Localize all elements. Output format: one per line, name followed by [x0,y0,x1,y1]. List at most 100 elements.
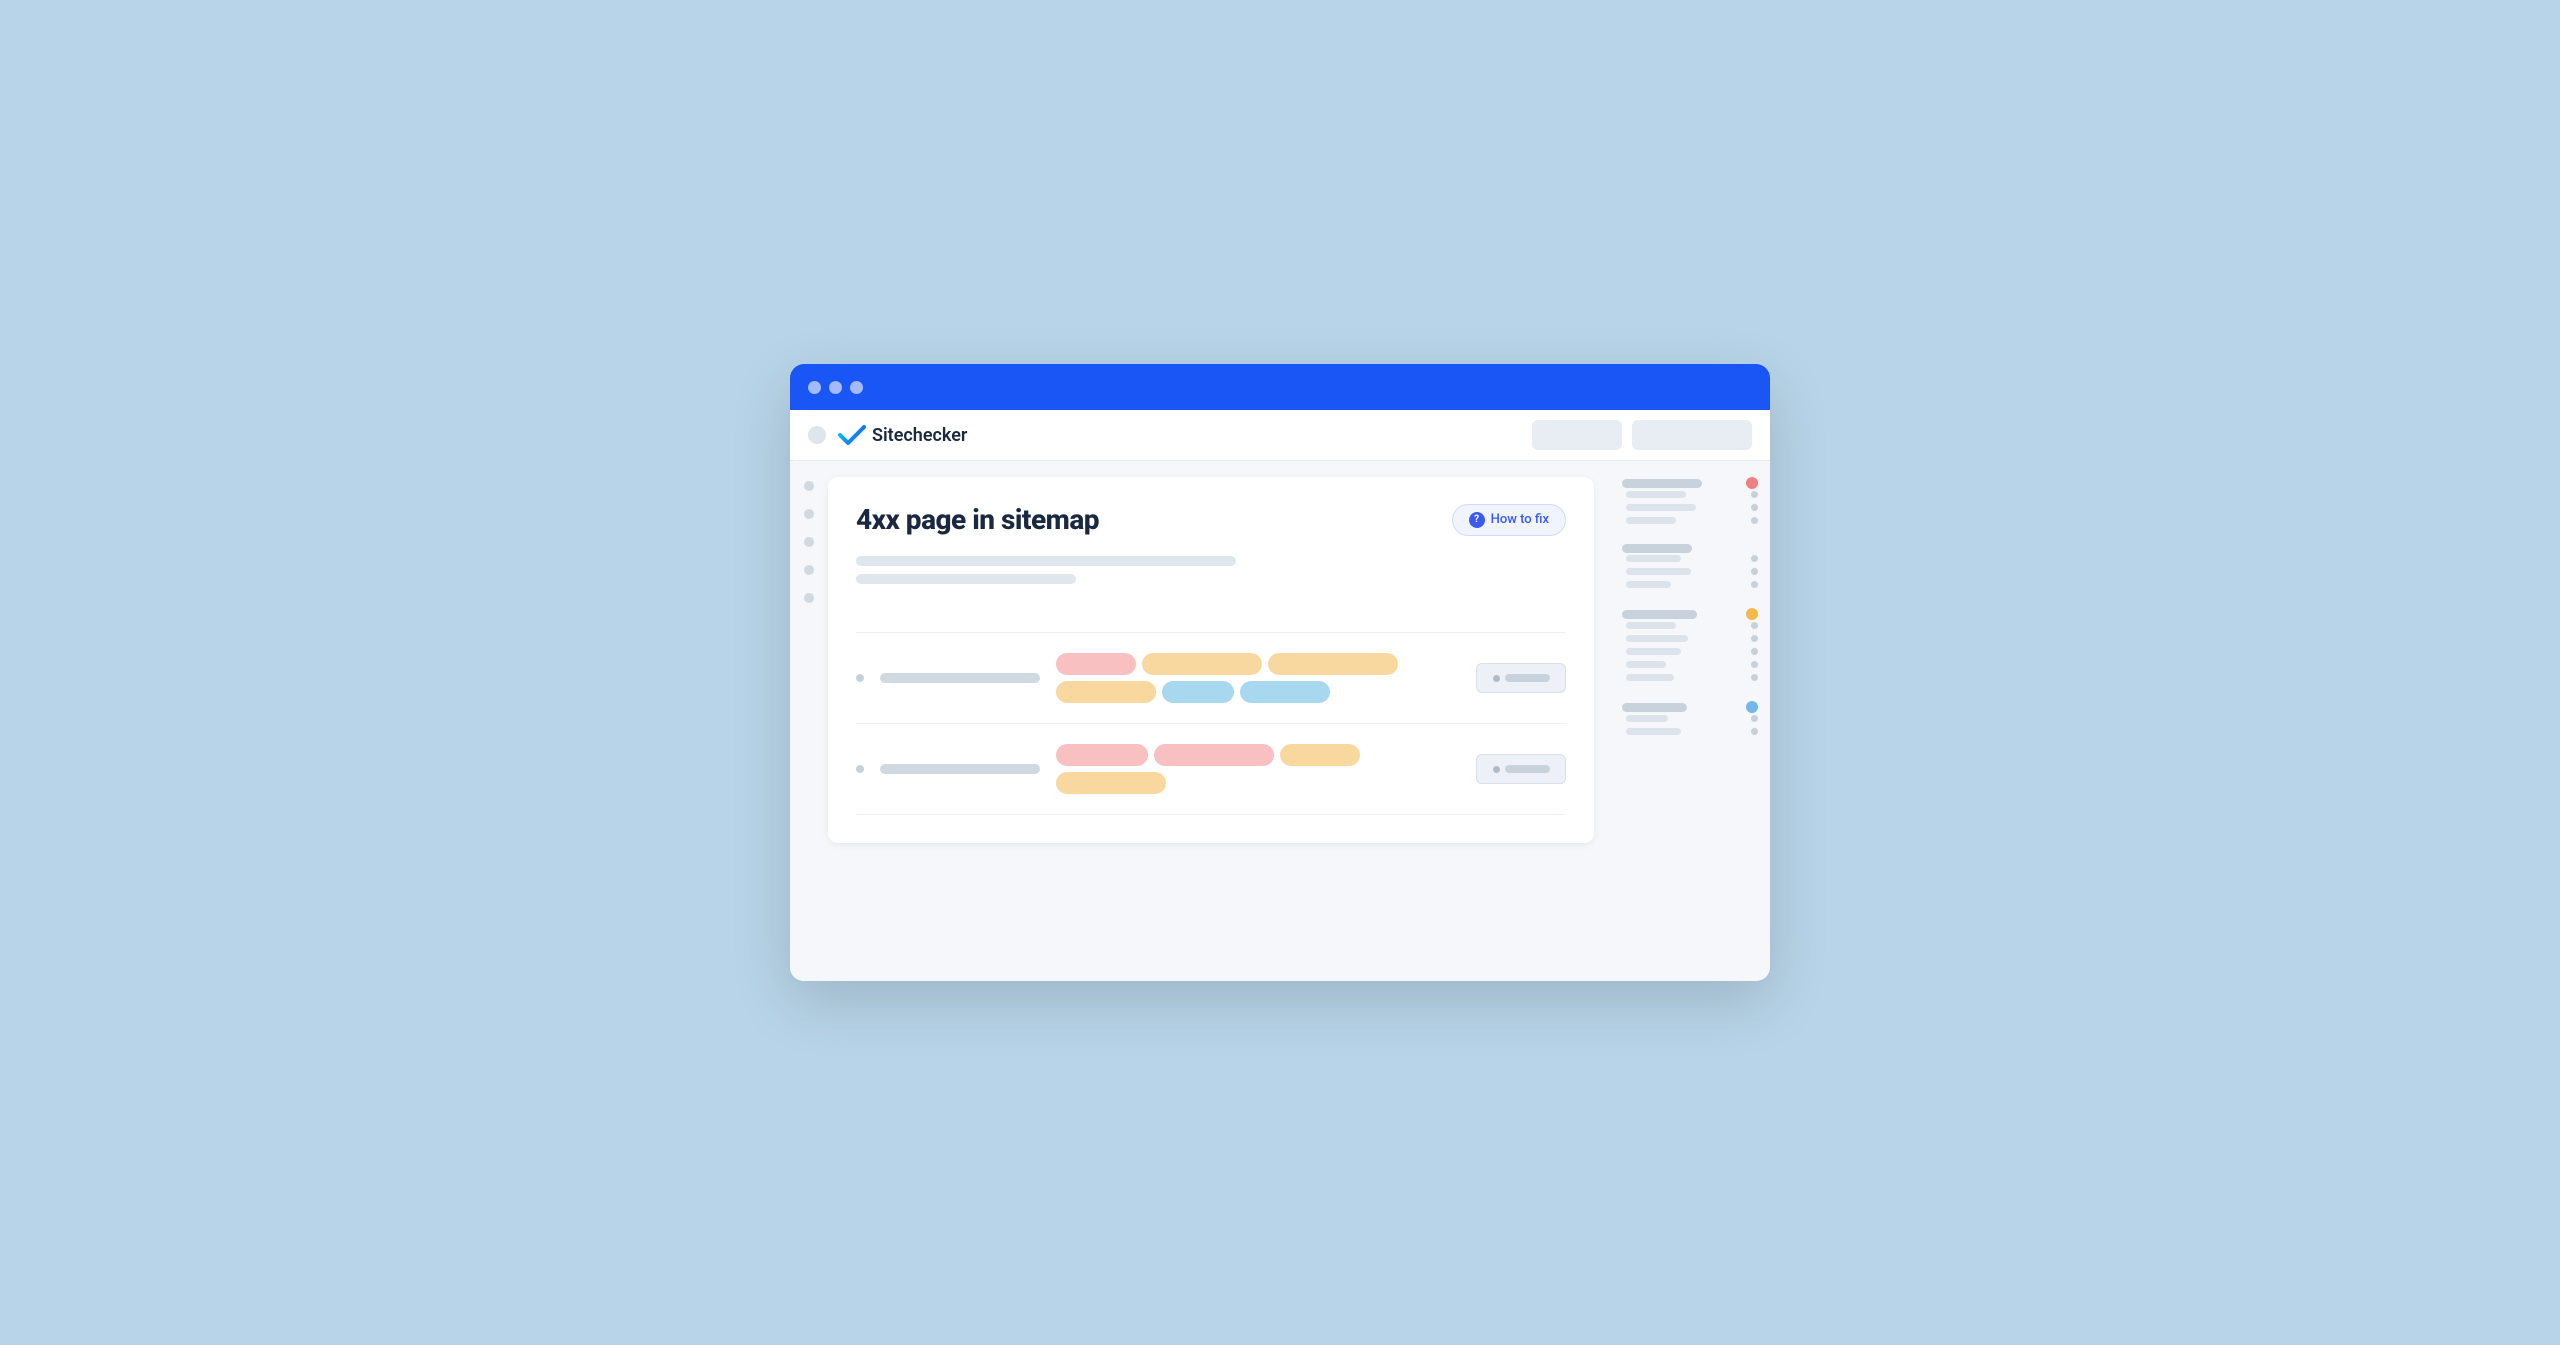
rs-sub-bar [1626,715,1668,722]
traffic-light-green[interactable] [850,381,863,394]
tag-orange-3 [1056,681,1156,703]
help-icon: ? [1469,512,1485,528]
rs-sub-bar [1626,622,1676,629]
btn-dot [1493,766,1500,773]
page-title: 4xx page in sitemap [856,503,1099,536]
desc-line-1 [856,556,1236,566]
rs-section-1 [1622,477,1758,530]
rs-sub-lines [1622,491,1758,526]
card-header: 4xx page in sitemap ? How to fix [856,503,1566,536]
rs-sub-bar [1626,635,1688,642]
rs-sub-lines [1622,555,1758,590]
rs-sub-bar [1626,728,1681,735]
rs-sub-bar [1626,661,1666,668]
tag-pink [1056,653,1136,675]
tag-orange-2 [1268,653,1398,675]
address-bar-row: Sitechecker [790,410,1770,461]
rs-row [1622,608,1758,620]
rs-sub-dot [1751,517,1758,524]
rs-dot-orange [1746,608,1758,620]
rs-sub-dot [1751,661,1758,668]
row-bullet [856,674,864,682]
rs-sub-row [1626,648,1758,655]
rs-sub-dot [1751,491,1758,498]
row-tags [1056,744,1460,794]
sidebar-dot-3 [804,537,814,547]
btn-bar [1505,674,1550,682]
row-url-bar [880,673,1040,683]
table-section [856,632,1566,815]
rs-sub-bar [1626,491,1686,498]
table-row [856,724,1566,815]
description-lines [856,556,1566,584]
tag-blue-1 [1162,681,1234,703]
rs-sub-row [1626,568,1758,575]
rs-sub-row [1626,517,1758,524]
rs-section-4 [1622,701,1758,741]
tag-orange-5 [1056,772,1166,794]
traffic-light-yellow[interactable] [829,381,842,394]
rs-sub-row [1626,622,1758,629]
right-sidebar [1610,461,1770,981]
rs-main-bar [1622,544,1692,553]
rs-sub-dot [1751,622,1758,629]
how-to-fix-button[interactable]: ? How to fix [1452,504,1566,536]
rs-main-bar [1622,610,1697,619]
row-action-button[interactable] [1476,663,1566,693]
content-card: 4xx page in sitemap ? How to fix [828,477,1594,843]
rs-section-2 [1622,544,1758,594]
center-panel: 4xx page in sitemap ? How to fix [828,461,1610,981]
logo-area: Sitechecker [838,424,1520,446]
rs-sub-dot [1751,635,1758,642]
traffic-light-red[interactable] [808,381,821,394]
nav-button-2[interactable] [1632,420,1752,450]
rs-sub-bar [1626,504,1696,511]
row-tags [1056,653,1460,703]
rs-sub-row [1626,715,1758,722]
tag-orange-1 [1142,653,1262,675]
rs-sub-lines [1622,622,1758,683]
rs-section-3 [1622,608,1758,687]
logo-icon [838,424,866,446]
rs-main-bar [1622,703,1687,712]
rs-sub-row [1626,555,1758,562]
rs-dot-red [1746,477,1758,489]
sidebar-dot-4 [804,565,814,575]
rs-sub-row [1626,674,1758,681]
browser-window: Sitechecker 4xx page in sitemap ? [790,364,1770,981]
rs-row [1622,477,1758,489]
rs-sub-row [1626,504,1758,511]
row-bullet [856,765,864,773]
sidebar-dot-1 [804,481,814,491]
row-action-button[interactable] [1476,754,1566,784]
desc-line-2 [856,574,1076,584]
tag-pink-2 [1154,744,1274,766]
rs-sub-dot [1751,648,1758,655]
rs-sub-dot [1751,581,1758,588]
rs-sub-dot [1751,715,1758,722]
rs-sub-row [1626,635,1758,642]
rs-sub-row [1626,661,1758,668]
left-sidebar [790,461,828,981]
tag-orange-4 [1280,744,1360,766]
rs-sub-bar [1626,568,1691,575]
tag-blue-2 [1240,681,1330,703]
rs-row [1622,701,1758,713]
rs-sub-bar [1626,517,1676,524]
nav-button-1[interactable] [1532,420,1622,450]
row-url-bar [880,764,1040,774]
rs-sub-dot [1751,504,1758,511]
rs-sub-dot [1751,728,1758,735]
rs-sub-row [1626,491,1758,498]
title-bar [790,364,1770,410]
rs-sub-bar [1626,674,1674,681]
tag-pink-1 [1056,744,1148,766]
rs-sub-lines [1622,715,1758,737]
rs-sub-bar [1626,555,1681,562]
rs-sub-row [1626,728,1758,735]
rs-sub-row [1626,581,1758,588]
main-content: 4xx page in sitemap ? How to fix [790,461,1770,981]
btn-dot [1493,675,1500,682]
logo-text: Sitechecker [872,425,967,446]
rs-sub-dot [1751,555,1758,562]
